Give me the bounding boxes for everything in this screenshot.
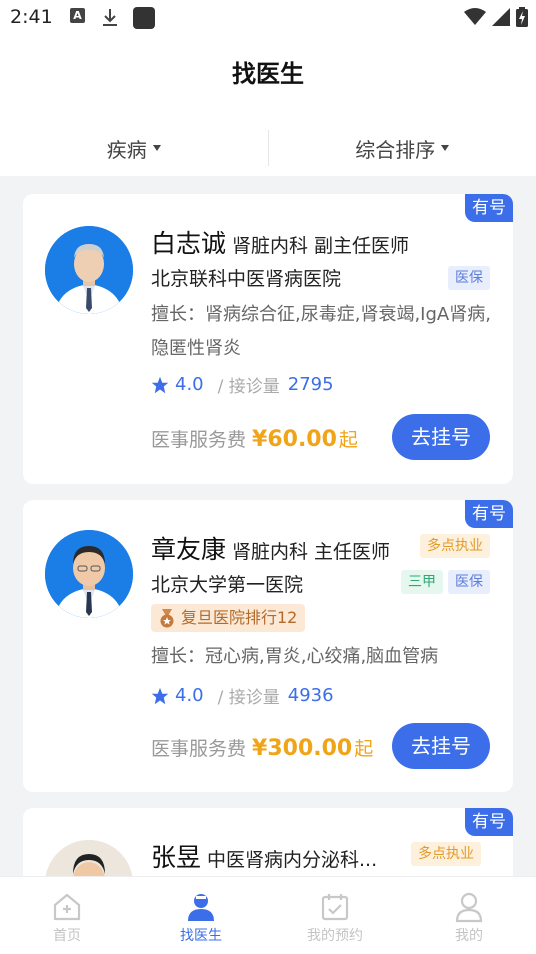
- doctor-dept-title: 中医肾病内分泌科...: [207, 849, 378, 871]
- tab-find-doctor[interactable]: 找医生: [134, 877, 268, 954]
- caret-down-icon: [441, 145, 450, 151]
- rating-value: 4.0: [175, 374, 204, 395]
- user-icon: [455, 892, 483, 923]
- grade-tag: 三甲: [401, 570, 443, 594]
- tab-home[interactable]: 首页: [0, 877, 134, 954]
- doctor-name-row: 白志诚 肾脏内科 副主任医师: [151, 224, 409, 260]
- a-icon: A: [70, 8, 85, 23]
- hospital-name: 北京大学第一医院: [151, 574, 304, 596]
- visits-label: / 接诊量: [217, 377, 280, 397]
- doctor-card[interactable]: 有号 白志诚 肾脏内科 副主任医师 北京联科中医肾病医院 医保 擅长：肾病综合征,…: [23, 194, 513, 484]
- status-time: 2:41: [10, 6, 53, 28]
- status-bar: 2:41 A: [0, 0, 536, 36]
- fee-value: ¥300.00: [252, 736, 353, 761]
- doctor-icon: [188, 894, 214, 921]
- page-title: 找医生: [232, 60, 304, 88]
- doctor-name: 张昱: [151, 843, 202, 872]
- filter-sort-label: 综合排序: [355, 137, 436, 162]
- tab-me[interactable]: 我的: [402, 877, 536, 954]
- visits-label: / 接诊量: [217, 688, 280, 708]
- fee-suffix: 起: [338, 429, 358, 451]
- header: 找医生: [0, 36, 536, 120]
- rating-row: 4.0 / 接诊量 4936: [151, 683, 334, 708]
- rank-text: 复旦医院排行12: [181, 608, 298, 627]
- rating-value: 4.0: [175, 685, 204, 706]
- availability-badge: 有号: [465, 194, 513, 222]
- book-button[interactable]: 去挂号: [392, 414, 490, 460]
- doctor-name-row: 章友康 肾脏内科 主任医师: [151, 530, 390, 566]
- filter-disease[interactable]: 疾病: [0, 120, 268, 176]
- visits-count: 4936: [287, 685, 334, 706]
- tab-home-label: 首页: [53, 928, 81, 944]
- star-icon: [151, 376, 169, 393]
- multi-practice-tag: 多点执业: [411, 842, 481, 866]
- insurance-tag: 医保: [448, 266, 490, 290]
- star-icon: [151, 687, 169, 704]
- calendar-check-icon: [321, 894, 349, 921]
- download-icon: [103, 9, 117, 26]
- doctor-avatar: [45, 226, 133, 314]
- book-button[interactable]: 去挂号: [392, 723, 490, 769]
- doctor-dept-title: 肾脏内科 主任医师: [232, 541, 391, 563]
- hospital-name: 北京联科中医肾病医院: [151, 268, 342, 290]
- visits-count: 2795: [287, 374, 334, 395]
- filter-disease-label: 疾病: [106, 137, 147, 162]
- insurance-tag: 医保: [448, 570, 490, 594]
- fee-label: 医事服务费: [151, 738, 247, 760]
- tab-find-doctor-label: 找医生: [180, 928, 222, 944]
- availability-badge: 有号: [465, 808, 513, 836]
- home-icon: [53, 893, 81, 921]
- fee-suffix: 起: [354, 738, 374, 760]
- doctor-specialty: 擅长：冠心病,胃炎,心绞痛,脑血管病: [151, 646, 439, 667]
- fee-row: 医事服务费 ¥60.00 起: [151, 425, 358, 452]
- filter-sort[interactable]: 综合排序: [269, 120, 536, 176]
- doctor-specialty: 擅长：肾病综合征,尿毒症,肾衰竭,IgA肾病,隐匿性肾炎: [151, 304, 491, 359]
- app-icon: [133, 7, 155, 29]
- multi-practice-tag: 多点执业: [420, 534, 490, 558]
- doctor-card[interactable]: 有号 章友康 肾脏内科 主任医师 多点执业 北京大学第一医院 三甲 医保 复旦医院…: [23, 500, 513, 792]
- medal-icon: [160, 609, 174, 628]
- tab-me-label: 我的: [455, 928, 483, 944]
- rating-row: 4.0 / 接诊量 2795: [151, 372, 334, 397]
- battery-icon: [516, 7, 528, 27]
- availability-badge: 有号: [465, 500, 513, 528]
- doctor-name-row: 张昱 中医肾病内分泌科...: [151, 838, 377, 874]
- doctor-name: 章友康: [151, 535, 227, 564]
- caret-down-icon: [152, 145, 161, 151]
- tab-appointments[interactable]: 我的预约: [268, 877, 402, 954]
- rank-badge: 复旦医院排行12: [151, 604, 306, 632]
- tab-appointments-label: 我的预约: [307, 928, 363, 944]
- signal-icon: [492, 8, 510, 26]
- doctor-name: 白志诚: [151, 229, 227, 258]
- filter-bar: 疾病 综合排序: [0, 120, 536, 176]
- doctor-avatar: [45, 530, 133, 618]
- fee-row: 医事服务费 ¥300.00 起: [151, 734, 373, 761]
- fee-label: 医事服务费: [151, 429, 247, 451]
- fee-value: ¥60.00: [252, 427, 337, 452]
- wifi-icon: [464, 8, 486, 25]
- doctor-dept-title: 肾脏内科 副主任医师: [232, 235, 410, 257]
- bottom-tab-bar: 首页 找医生 我的预约 我的: [0, 876, 536, 954]
